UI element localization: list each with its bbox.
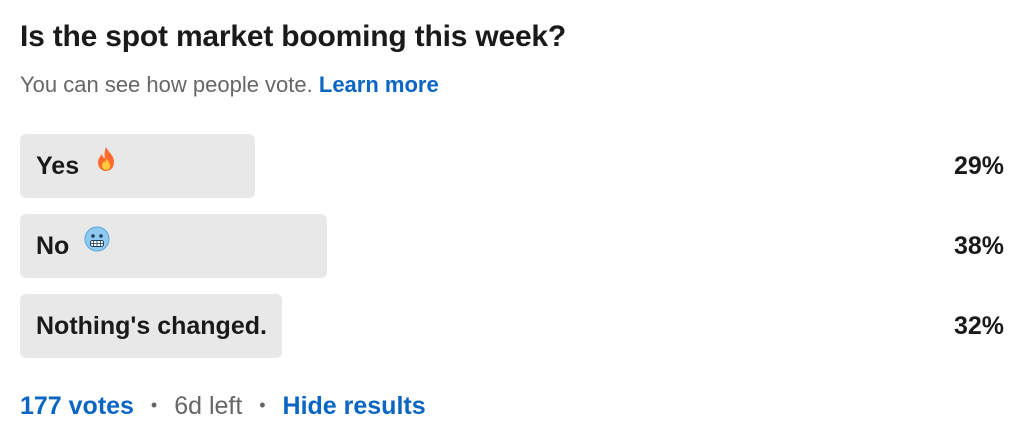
poll-card: Is the spot market booming this week? Yo…	[20, 0, 1004, 444]
poll-question: Is the spot market booming this week?	[20, 20, 567, 53]
option-label-container: No	[36, 214, 110, 278]
poll-option-nothing-changed[interactable]: Nothing's changed. 32%	[20, 294, 1004, 358]
option-label: Nothing's changed.	[36, 312, 267, 340]
option-label-container: Nothing's changed.	[36, 294, 267, 358]
votes-count-link[interactable]: 177 votes	[20, 392, 134, 420]
option-label: No	[36, 232, 70, 260]
option-percent: 32%	[953, 312, 1004, 340]
separator-dot: •	[259, 394, 266, 415]
separator-dot: •	[150, 394, 158, 415]
fire-icon	[94, 132, 118, 196]
cold-face-icon	[84, 212, 110, 276]
option-percent: 29%	[953, 152, 1004, 180]
option-percent: 38%	[953, 232, 1004, 260]
time-left: 6d left	[174, 392, 243, 420]
poll-option-yes[interactable]: Yes 29%	[20, 134, 1004, 198]
poll-option-no[interactable]: No 38%	[20, 214, 1004, 278]
visibility-text: You can see how people vote.	[20, 72, 313, 97]
option-label: Yes	[36, 152, 80, 180]
learn-more-link[interactable]: Learn more	[319, 72, 439, 97]
option-label-container: Yes	[36, 134, 118, 198]
poll-visibility-note: You can see how people vote. Learn more	[20, 72, 439, 98]
hide-results-link[interactable]: Hide results	[283, 392, 426, 420]
poll-footer: 177 votes • 6d left • Hide results	[20, 392, 426, 421]
